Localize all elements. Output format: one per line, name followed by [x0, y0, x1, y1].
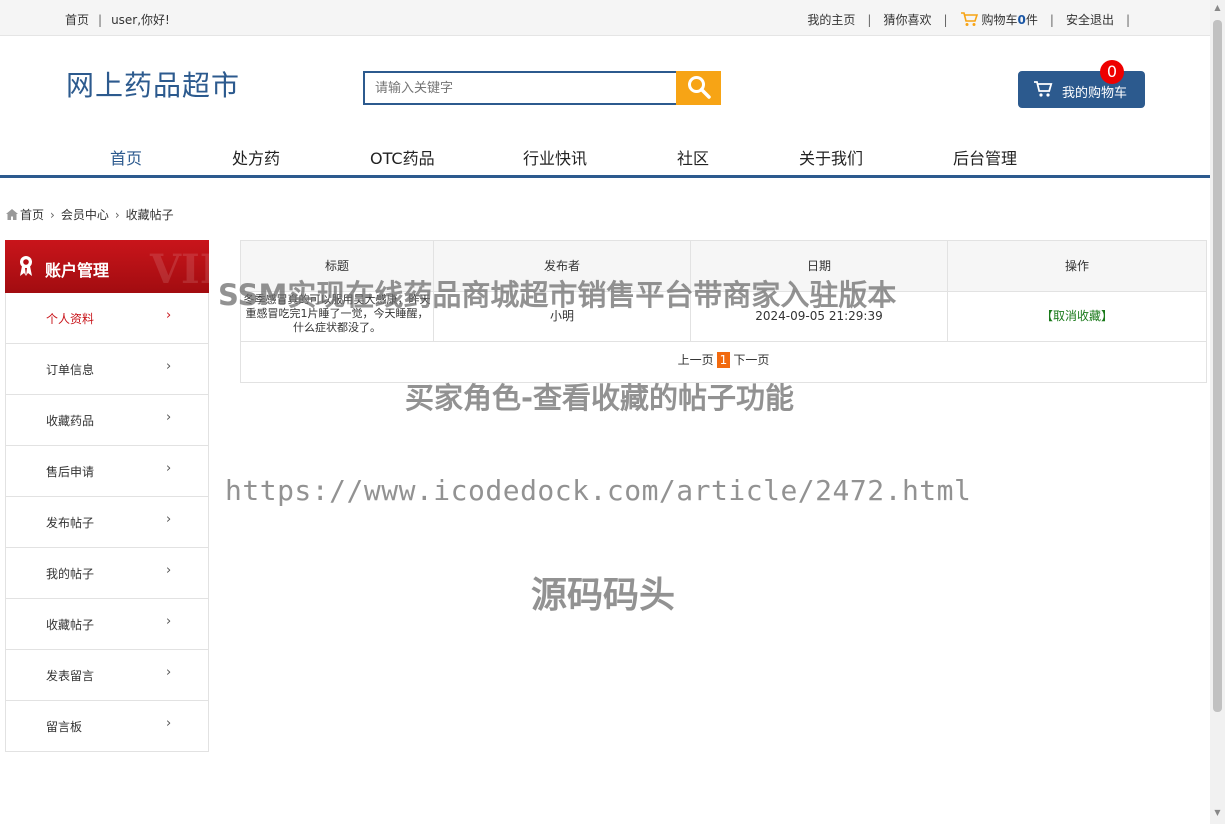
- sidebar-item-label: 发表留言: [46, 669, 95, 683]
- chevron-right-icon: ›: [166, 716, 172, 731]
- watermark-subtitle: 买家角色-查看收藏的帖子功能: [405, 381, 795, 415]
- account-sidebar: VIP 账户管理 个人资料 › 订单信息 › 收藏药品 › 售后申请 › 发布帖子 › 我…: [5, 240, 209, 752]
- nav-home[interactable]: 首页: [110, 145, 142, 169]
- chevron-right-icon: ›: [166, 359, 172, 374]
- chevron-right-icon: ›: [166, 614, 172, 629]
- top-separator: |: [98, 13, 103, 27]
- my-cart-button[interactable]: 我的购物车: [1018, 71, 1145, 108]
- sidebar-item-fav-drugs[interactable]: 收藏药品 ›: [5, 395, 209, 446]
- top-bar-left: 首页 | user,你好!: [65, 11, 170, 28]
- chevron-right-icon: ›: [166, 461, 172, 476]
- sidebar-item-label: 收藏帖子: [46, 618, 95, 632]
- breadcrumb: 首页 › 会员中心 › 收藏帖子: [6, 206, 174, 223]
- chevron-right-icon: ›: [114, 208, 120, 222]
- cancel-favorite-link[interactable]: 【取消收藏】: [1041, 309, 1113, 323]
- page-scrollbar[interactable]: ▲ ▼: [1210, 0, 1225, 824]
- sidebar-title: 账户管理: [45, 261, 110, 280]
- top-cart-link[interactable]: 购物车0件: [960, 11, 1038, 30]
- my-cart-label: 我的购物车: [1062, 86, 1128, 101]
- site-logo[interactable]: 网上药品超市: [66, 64, 240, 104]
- scroll-down-icon[interactable]: ▼: [1213, 808, 1222, 818]
- sidebar-item-publish-post[interactable]: 发布帖子 ›: [5, 497, 209, 548]
- sidebar-item-label: 订单信息: [46, 363, 95, 377]
- nav-otc[interactable]: OTC药品: [370, 145, 435, 169]
- breadcrumb-current: 收藏帖子: [125, 208, 174, 222]
- sidebar-item-label: 收藏药品: [46, 414, 95, 428]
- scroll-up-icon[interactable]: ▲: [1213, 3, 1222, 13]
- post-action-cell: 【取消收藏】: [948, 291, 1206, 341]
- chevron-right-icon: ›: [50, 208, 55, 222]
- search-bar: [363, 71, 722, 105]
- top-bar-right: 我的主页 | 猜你喜欢 | 购物车0件 | 安全退出 |: [807, 11, 1142, 30]
- sidebar-item-leave-message[interactable]: 发表留言 ›: [5, 650, 209, 701]
- nav-news[interactable]: 行业快讯: [523, 145, 587, 169]
- search-button[interactable]: [676, 71, 721, 105]
- sidebar-item-fav-posts[interactable]: 收藏帖子 ›: [5, 599, 209, 650]
- vip-watermark: VIP: [150, 246, 209, 293]
- nav-prescription[interactable]: 处方药: [232, 145, 280, 169]
- user-greeting: user,你好!: [111, 13, 170, 27]
- watermark-title: SSM实现在线药品商城超市销售平台带商家入驻版本: [218, 278, 897, 312]
- chevron-right-icon: ›: [166, 512, 172, 527]
- watermark-url: https://www.icodedock.com/article/2472.h…: [225, 474, 972, 507]
- pagination: 上一页 1 下一页: [241, 351, 1206, 368]
- top-cart-suffix: 件: [1025, 13, 1038, 27]
- current-page[interactable]: 1: [716, 352, 731, 368]
- award-ribbon-icon: [18, 255, 34, 280]
- sidebar-item-orders[interactable]: 订单信息 ›: [5, 344, 209, 395]
- sidebar-item-label: 我的帖子: [46, 567, 95, 581]
- breadcrumb-member-center[interactable]: 会员中心: [61, 208, 109, 222]
- nav-about[interactable]: 关于我们: [799, 145, 863, 169]
- sidebar-header: VIP 账户管理: [5, 240, 209, 293]
- search-icon: [686, 75, 712, 103]
- my-home-link[interactable]: 我的主页: [807, 13, 855, 27]
- cart-icon: [1033, 80, 1053, 102]
- top-cart-count: 0: [1017, 13, 1026, 27]
- cart-count-badge: 0: [1100, 60, 1124, 84]
- top-cart-label: 购物车: [981, 13, 1018, 27]
- chevron-right-icon: ›: [166, 410, 172, 425]
- sidebar-item-after-sales[interactable]: 售后申请 ›: [5, 446, 209, 497]
- chevron-right-icon: ›: [166, 563, 172, 578]
- sidebar-item-message-board[interactable]: 留言板 ›: [5, 701, 209, 752]
- sidebar-item-label: 个人资料: [46, 312, 95, 326]
- nav-admin[interactable]: 后台管理: [953, 145, 1017, 169]
- column-header-action: 操作: [1064, 259, 1089, 273]
- sidebar-item-label: 留言板: [46, 720, 83, 734]
- home-icon: [6, 209, 18, 223]
- breadcrumb-home[interactable]: 首页: [20, 208, 44, 222]
- top-home-link[interactable]: 首页: [65, 13, 89, 27]
- search-input[interactable]: [363, 71, 679, 105]
- scrollbar-thumb[interactable]: [1213, 20, 1222, 712]
- sidebar-item-profile[interactable]: 个人资料 ›: [5, 293, 209, 344]
- nav-community[interactable]: 社区: [677, 145, 709, 169]
- top-bar: 首页 | user,你好! 我的主页 | 猜你喜欢 | 购物车0件 | 安全退出 |: [0, 0, 1210, 36]
- chevron-right-icon: ›: [166, 665, 172, 680]
- logout-link[interactable]: 安全退出: [1066, 13, 1114, 27]
- sidebar-item-my-posts[interactable]: 我的帖子 ›: [5, 548, 209, 599]
- sidebar-item-label: 发布帖子: [46, 516, 95, 530]
- next-page-link[interactable]: 下一页: [733, 353, 769, 367]
- guess-you-like-link[interactable]: 猜你喜欢: [883, 13, 931, 27]
- main-nav: 首页 处方药 OTC药品 行业快讯 社区 关于我们 后台管理: [0, 135, 1210, 178]
- chevron-right-icon: ›: [166, 308, 172, 323]
- watermark-brand: 源码码头: [531, 575, 676, 616]
- prev-page-link[interactable]: 上一页: [678, 353, 714, 367]
- cart-icon: [960, 11, 978, 30]
- sidebar-item-label: 售后申请: [46, 465, 95, 479]
